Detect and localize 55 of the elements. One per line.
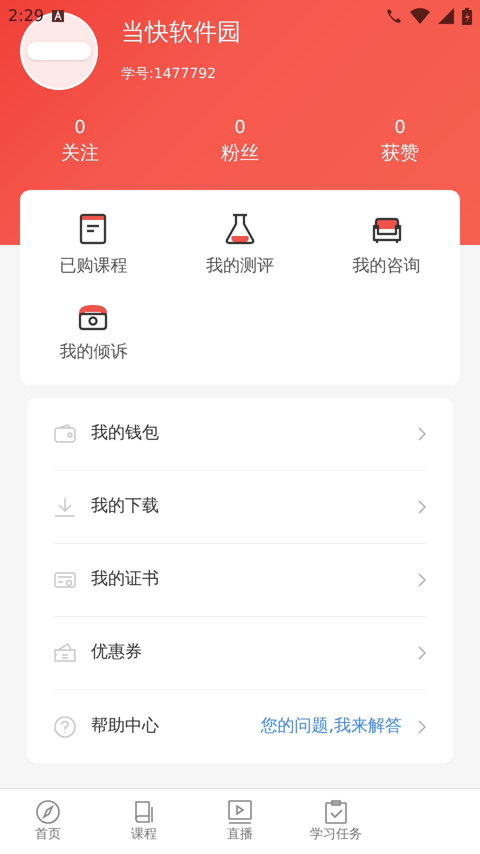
nav-label: 直播 [227, 826, 253, 844]
ticket-icon [54, 642, 76, 664]
video-icon [227, 798, 253, 825]
chevron-right-icon [418, 720, 426, 734]
menu-row[interactable]: 我的钱包 [54, 398, 426, 471]
help-icon [54, 716, 76, 738]
stat-count: 0 [394, 116, 406, 140]
shortcut-label: 我的咨询 [352, 255, 421, 278]
nav-label: 课程 [131, 826, 157, 844]
menu-label: 我的证书 [91, 568, 159, 592]
menu-row[interactable]: 我的证书 [54, 544, 426, 617]
shortcut-label: 我的倾诉 [59, 340, 128, 364]
stat-label: 粉丝 [221, 141, 259, 166]
status-time: 2:29 [8, 5, 44, 27]
student-id: 学号:1477792 [121, 65, 218, 84]
download-icon [54, 496, 76, 518]
nav-label: 学习任务 [310, 826, 362, 844]
stat-count: 0 [234, 116, 246, 140]
menu-label: 帮助中心 [91, 714, 159, 738]
nav-tab[interactable]: 首页 [0, 798, 96, 844]
menu-row[interactable]: 我的下载 [54, 471, 426, 544]
notification-icon [52, 10, 64, 22]
stat-label: 关注 [61, 141, 99, 166]
nav-tab[interactable]: 课程 [96, 798, 192, 844]
menu-label: 优惠券 [91, 641, 142, 664]
wallet-icon [54, 423, 76, 445]
menu-label: 我的钱包 [91, 422, 159, 446]
shortcut-item[interactable]: 我的咨询 [313, 210, 460, 280]
shortcut-item[interactable]: 已购课程 [20, 210, 167, 280]
phone-call-icon [386, 8, 402, 24]
stat-label: 获赞 [381, 141, 419, 166]
flask-icon [222, 212, 257, 246]
menu-hint: 您的问题,我来解答 [260, 714, 402, 738]
menu-row[interactable]: 优惠券 [54, 617, 426, 690]
shortcut-item[interactable]: 我的测评 [166, 210, 314, 280]
nav-tab[interactable]: 学习任务 [288, 798, 384, 844]
clipboard-check-icon [323, 798, 349, 825]
notebook-icon [78, 212, 108, 246]
menu-label: 我的下载 [91, 495, 159, 518]
wifi-icon [410, 8, 430, 24]
compass-icon [35, 798, 61, 825]
nav-label: 首页 [35, 826, 61, 844]
chevron-right-icon [418, 427, 426, 441]
battery-icon [462, 8, 472, 24]
stat-count: 0 [74, 116, 86, 140]
nav-tab[interactable]: 直播 [192, 798, 288, 844]
shortcut-label: 我的测评 [206, 255, 274, 278]
chevron-right-icon [418, 646, 426, 660]
user-name: 当快软件园 [121, 17, 241, 48]
chevron-right-icon [418, 573, 426, 587]
chevron-right-icon [418, 500, 426, 514]
signal-icon [438, 8, 454, 24]
shortcut-label: 已购课程 [59, 255, 128, 278]
shortcut-item[interactable]: 我的倾诉 [20, 296, 167, 365]
menu-row[interactable]: 帮助中心 您的问题,我来解答 [54, 690, 426, 763]
